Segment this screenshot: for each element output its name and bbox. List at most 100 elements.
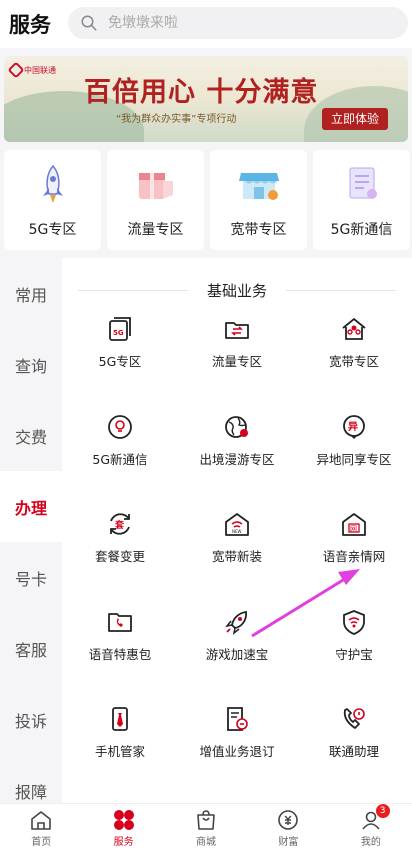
zone-label: 5G新通信 xyxy=(330,222,393,238)
home-icon xyxy=(29,808,53,832)
zone-label: 宽带专区 xyxy=(230,222,287,238)
broadband-house-icon xyxy=(340,315,368,343)
bottom-tab-bar: 首页 服务 商城 财富 3 我的 xyxy=(0,803,412,853)
svg-text:NEW: NEW xyxy=(232,529,242,534)
service-label: 出境漫游专区 xyxy=(199,451,275,467)
store-icon xyxy=(236,163,282,205)
service-voice-family-net[interactable]: 网 语音亲情网 xyxy=(296,505,412,603)
sidebar-item-complaint[interactable]: 投诉 xyxy=(0,684,62,755)
shield-wifi-icon xyxy=(340,608,368,636)
traffic-folder-icon xyxy=(223,315,251,343)
sidebar-item-sim-card[interactable]: 号卡 xyxy=(0,542,62,613)
tab-label: 服务 xyxy=(113,837,134,848)
service-label: 联通助理 xyxy=(328,744,379,759)
tab-label: 我的 xyxy=(360,837,381,848)
zone-card-5g-new-comm[interactable]: 5G新通信 xyxy=(313,150,410,250)
location-pin-icon: 异 xyxy=(340,413,368,441)
svg-text:5G: 5G xyxy=(113,329,124,337)
service-label: 套餐变更 xyxy=(94,549,145,564)
wealth-icon xyxy=(276,808,300,832)
globe-icon xyxy=(223,413,251,441)
service-label: 守护宝 xyxy=(335,646,373,662)
service-label: 5G专区 xyxy=(98,354,142,369)
phone-tie-icon xyxy=(106,705,134,733)
service-label: 宽带专区 xyxy=(328,354,379,369)
search-bar[interactable] xyxy=(68,7,408,39)
service-roaming-zone[interactable]: 出境漫游专区 xyxy=(178,408,296,506)
family-house-icon: 网 xyxy=(340,510,368,538)
sidebar-item-payment[interactable]: 交费 xyxy=(0,400,62,471)
tab-label: 商城 xyxy=(196,837,217,848)
search-input[interactable] xyxy=(108,15,368,31)
voice-folder-icon xyxy=(106,608,134,636)
service-label: 5G新通信 xyxy=(92,451,148,467)
sidebar-item-customer-service[interactable]: 客服 xyxy=(0,613,62,684)
service-5g-zone[interactable]: 5G 5G专区 xyxy=(62,310,178,408)
document-icon xyxy=(339,163,385,205)
unicom-logo: 中国联通 xyxy=(7,61,56,79)
5g-card-icon: 5G xyxy=(106,315,134,343)
tab-mine[interactable]: 3 我的 xyxy=(330,804,412,853)
banner-slogan: 百倍用心 十分满意 xyxy=(84,77,319,108)
svg-text:异: 异 xyxy=(348,421,358,433)
service-label: 语音特惠包 xyxy=(88,646,152,662)
banner-cta-button[interactable]: 立即体验 xyxy=(322,108,389,130)
gift-box-icon xyxy=(133,163,179,205)
sidebar-item-common[interactable]: 常用 xyxy=(0,258,62,329)
services-grid: 5G 5G专区 流量专区 宽带专区 5G新通信 出境漫游专区 异 异地同享专区 … xyxy=(62,310,412,798)
service-label: 手机管家 xyxy=(94,744,145,759)
wifi-house-icon: NEW xyxy=(223,510,251,538)
service-clover-icon xyxy=(112,808,136,832)
header: 服务 xyxy=(0,0,412,48)
tab-label: 财富 xyxy=(278,837,299,848)
notification-badge: 3 xyxy=(375,804,390,818)
sidebar-item-handle[interactable]: 办理 xyxy=(0,471,62,542)
lightbulb-icon xyxy=(106,413,134,441)
tab-label: 首页 xyxy=(31,837,52,848)
service-label: 异地同享专区 xyxy=(316,451,392,467)
category-sidebar: 常用 查询 交费 办理 号卡 客服 投诉 报障 xyxy=(0,258,62,803)
tab-service[interactable]: 服务 xyxy=(82,804,164,853)
zone-card-5g[interactable]: 5G专区 xyxy=(4,150,101,250)
service-label: 宽带新装 xyxy=(211,549,262,564)
service-vas-unsubscribe[interactable]: 增值业务退订 xyxy=(178,700,296,798)
service-label: 增值业务退订 xyxy=(199,744,275,759)
service-broadband-zone[interactable]: 宽带专区 xyxy=(296,310,412,408)
shopping-bag-icon xyxy=(194,808,218,832)
service-5g-new-comm[interactable]: 5G新通信 xyxy=(62,408,178,506)
service-traffic-zone[interactable]: 流量专区 xyxy=(178,310,296,408)
document-stamp-icon xyxy=(223,705,251,733)
service-phone-manager[interactable]: 手机管家 xyxy=(62,700,178,798)
section-title: 基础业务 xyxy=(78,280,396,301)
service-remote-share[interactable]: 异 异地同享专区 xyxy=(296,408,412,506)
service-unicom-assistant[interactable]: 联通助理 xyxy=(296,700,412,798)
zone-label: 流量专区 xyxy=(127,222,184,238)
phone-assistant-icon xyxy=(340,705,368,733)
banner-subtitle: “我为群众办实事”专项行动 xyxy=(116,114,237,125)
zone-label: 5G专区 xyxy=(28,222,77,238)
logo-text: 中国联通 xyxy=(24,65,56,75)
svg-text:套: 套 xyxy=(115,519,125,531)
package-change-icon: 套 xyxy=(106,510,134,538)
service-game-accelerator[interactable]: 游戏加速宝 xyxy=(178,603,296,701)
promo-banner[interactable]: 中国联通 百倍用心 十分满意 “我为群众办实事”专项行动 立即体验 xyxy=(4,56,408,142)
page-title: 服务 xyxy=(9,13,51,37)
tab-home[interactable]: 首页 xyxy=(0,804,82,853)
sidebar-item-query[interactable]: 查询 xyxy=(0,329,62,400)
service-label: 游戏加速宝 xyxy=(205,646,269,662)
rocket-outline-icon xyxy=(223,608,251,636)
zone-card-broadband[interactable]: 宽带专区 xyxy=(210,150,307,250)
service-label: 流量专区 xyxy=(211,354,262,369)
service-guardian[interactable]: 守护宝 xyxy=(296,603,412,701)
search-icon xyxy=(81,15,97,31)
zone-card-traffic[interactable]: 流量专区 xyxy=(107,150,204,250)
service-label: 语音亲情网 xyxy=(322,549,386,564)
unicom-knot-icon xyxy=(7,61,25,79)
tab-wealth[interactable]: 财富 xyxy=(247,804,329,853)
service-broadband-install[interactable]: NEW 宽带新装 xyxy=(178,505,296,603)
service-package-change[interactable]: 套 套餐变更 xyxy=(62,505,178,603)
zone-cards: 5G专区 流量专区 宽带专区 5G新通信 xyxy=(4,150,410,250)
services-panel: 基础业务 5G 5G专区 流量专区 宽带专区 5G新通信 出境漫游专区 异 异地… xyxy=(62,258,412,803)
service-voice-discount-pack[interactable]: 语音特惠包 xyxy=(62,603,178,701)
tab-mall[interactable]: 商城 xyxy=(165,804,247,853)
